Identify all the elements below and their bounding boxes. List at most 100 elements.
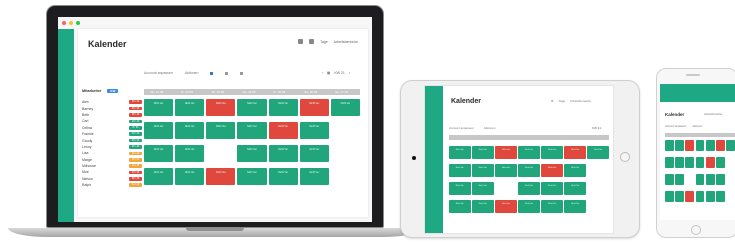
shift-cell[interactable] xyxy=(695,157,705,168)
shift-cell[interactable]: Nicht Ver xyxy=(299,145,329,162)
shift-cell[interactable]: Nicht Ver xyxy=(144,145,174,162)
actions-filter[interactable]: Aktionen xyxy=(185,71,199,75)
prev-week-icon[interactable]: ‹ xyxy=(322,71,323,75)
minimize-dot-icon[interactable] xyxy=(69,21,73,25)
conflict-shift-cell[interactable]: Nicht Ver xyxy=(206,168,236,185)
shift-cell[interactable]: Nicht Ver xyxy=(237,99,267,116)
shift-cell[interactable] xyxy=(695,191,705,202)
shift-cell[interactable]: Nicht Ver xyxy=(299,122,329,139)
shift-cell[interactable] xyxy=(695,174,705,185)
list-view-icon[interactable] xyxy=(225,71,229,75)
shift-cell[interactable]: Nicht Ver xyxy=(518,182,540,195)
conflict-shift-cell[interactable]: Nicht Ver xyxy=(564,146,586,159)
shift-cell[interactable]: Nicht Ver xyxy=(206,122,236,139)
tablet-department-select[interactable]: Arbeitsbereiche xyxy=(570,99,591,103)
download-icon[interactable] xyxy=(309,39,315,44)
conflict-shift-cell[interactable] xyxy=(705,157,715,168)
shift-cell[interactable] xyxy=(665,157,674,168)
shift-cell[interactable] xyxy=(675,157,684,168)
shift-cell[interactable]: Nicht Ver xyxy=(472,200,494,213)
shift-cell[interactable]: Nicht Ver xyxy=(449,164,471,177)
shift-cell[interactable]: Nicht Ver xyxy=(472,182,494,195)
settings-icon[interactable] xyxy=(298,39,304,44)
shift-cell[interactable]: Nicht Ver xyxy=(237,122,267,139)
shift-cell[interactable]: Nicht Ver xyxy=(330,99,360,116)
employee-row[interactable]: Ralph 34 / 40 xyxy=(82,182,142,188)
shift-cell[interactable]: Nicht Ver xyxy=(564,200,586,213)
shift-cell[interactable]: Nicht Ver xyxy=(472,146,494,159)
conflict-shift-cell[interactable] xyxy=(685,140,695,151)
shift-cell[interactable] xyxy=(716,174,725,185)
tablet-actions-filter[interactable]: Aktionen xyxy=(484,126,496,130)
shift-cell[interactable]: Nicht Ver xyxy=(175,99,205,116)
shift-cell[interactable]: Nicht Ver xyxy=(237,145,267,162)
tablet-account-filter[interactable]: Account anpassen xyxy=(449,126,474,130)
shift-cell[interactable]: Nicht Ver xyxy=(144,99,174,116)
conflict-shift-cell[interactable]: Nicht Ver xyxy=(495,146,517,159)
shift-cell[interactable]: Nicht Ver xyxy=(175,168,205,185)
calendar-icon[interactable]: ▦ xyxy=(327,71,330,75)
shift-cell[interactable]: Nicht Ver xyxy=(472,164,494,177)
shift-cell[interactable] xyxy=(716,191,725,202)
close-dot-icon[interactable] xyxy=(62,21,66,25)
shift-cell[interactable]: Nicht Ver xyxy=(268,145,298,162)
table-view-icon[interactable] xyxy=(240,71,244,75)
shift-cell[interactable]: Nicht Ver xyxy=(564,164,586,177)
account-filter[interactable]: Account anpassen xyxy=(144,71,173,75)
view-select[interactable]: Tage xyxy=(320,40,328,44)
shift-cell[interactable] xyxy=(665,191,674,202)
shift-cell[interactable] xyxy=(665,140,674,151)
shift-cell[interactable]: Nicht Ver xyxy=(449,146,471,159)
shift-cell[interactable]: Nicht Ver xyxy=(518,200,540,213)
employee-name: Milhouse xyxy=(82,164,97,169)
shift-cell[interactable]: Nicht Ver xyxy=(268,99,298,116)
shift-cell[interactable]: Nicht Ver xyxy=(175,145,205,162)
shift-cell[interactable]: Nicht Ver xyxy=(175,122,205,139)
shift-cell[interactable] xyxy=(705,174,715,185)
next-week-icon[interactable]: › xyxy=(349,71,350,75)
shift-cell[interactable] xyxy=(716,157,725,168)
shift-cell[interactable] xyxy=(675,191,684,202)
phone-account-filter[interactable]: Account anpassen xyxy=(665,125,686,128)
shift-cell[interactable]: Nicht Ver xyxy=(449,182,471,195)
phone-actions-filter[interactable]: Aktionen xyxy=(692,125,702,128)
conflict-shift-cell[interactable]: Nicht Ver xyxy=(495,200,517,213)
shift-cell[interactable] xyxy=(726,140,735,151)
maximize-dot-icon[interactable] xyxy=(76,21,80,25)
shift-cell[interactable] xyxy=(705,140,715,151)
shift-cell[interactable]: Nicht Ver xyxy=(237,168,267,185)
tablet-view-select[interactable]: Tage xyxy=(559,99,566,103)
shift-cell[interactable]: Nicht Ver xyxy=(587,146,610,159)
conflict-shift-cell[interactable]: Nicht Ver xyxy=(206,99,236,116)
shift-cell[interactable] xyxy=(665,174,674,185)
shift-cell[interactable]: Nicht Ver xyxy=(541,182,563,195)
shift-cell[interactable]: Nicht Ver xyxy=(495,164,517,177)
shift-cell[interactable] xyxy=(685,157,695,168)
shift-cell[interactable] xyxy=(675,140,684,151)
department-select[interactable]: Arbeitsbereiche xyxy=(334,40,358,44)
shift-cell[interactable]: Nicht Ver xyxy=(144,122,174,139)
employee-header-badge[interactable]: KW xyxy=(107,89,119,93)
shift-cell[interactable]: Nicht Ver xyxy=(518,164,540,177)
shift-cell[interactable]: Nicht Ver xyxy=(268,168,298,185)
conflict-shift-cell[interactable]: Nicht Ver xyxy=(541,164,563,177)
phone-department-select[interactable]: Arbeitsbereiche xyxy=(704,113,722,116)
conflict-shift-cell[interactable]: Nicht Ver xyxy=(299,99,329,116)
conflict-shift-cell[interactable] xyxy=(716,140,725,151)
grid-view-icon[interactable] xyxy=(210,71,214,75)
conflict-shift-cell[interactable] xyxy=(685,191,695,202)
shift-cell[interactable] xyxy=(695,140,705,151)
tablet-settings-icon[interactable]: ⚙ xyxy=(551,99,554,103)
shift-cell[interactable]: Nicht Ver xyxy=(541,146,563,159)
shift-cell[interactable] xyxy=(705,191,715,202)
shift-cell[interactable]: Nicht Ver xyxy=(144,168,174,185)
conflict-shift-cell[interactable]: Nicht Ver xyxy=(268,122,298,139)
shift-cell[interactable]: Nicht Ver xyxy=(518,146,540,159)
employee-header: Mitarbeiter KW xyxy=(82,89,119,93)
shift-cell[interactable]: Nicht Ver xyxy=(449,200,471,213)
shift-cell[interactable]: Nicht Ver xyxy=(541,200,563,213)
tablet-filter-bar: Account anpassen Aktionen xyxy=(449,126,495,130)
shift-cell[interactable] xyxy=(675,174,684,185)
shift-cell[interactable]: Nicht Ver xyxy=(564,182,586,195)
shift-cell[interactable]: Nicht Ver xyxy=(299,168,329,185)
